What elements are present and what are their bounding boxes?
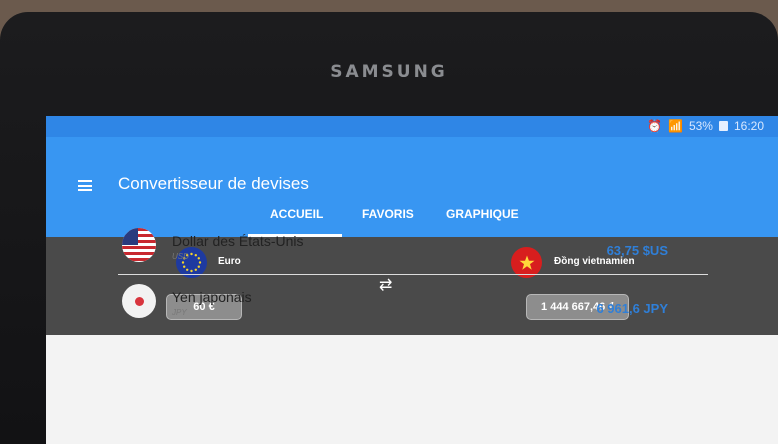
clock: 16:20	[733, 119, 764, 133]
list-item[interactable]: Yen japonais JPY 6 961,6 JPY	[46, 275, 778, 331]
battery-percent: 53%	[688, 119, 713, 133]
device-brand: SAMSUNG	[330, 62, 448, 82]
currency-value: 6 961,6 JPY	[596, 301, 668, 316]
status-icons: ⏰ 📶 53% 16:20	[647, 119, 764, 133]
currency-value: 63,75 $US	[606, 243, 668, 258]
status-bar: ⏰ 📶 53% 16:20	[46, 116, 778, 137]
battery-icon	[718, 121, 728, 131]
japan-flag-icon	[122, 284, 156, 318]
alarm-icon: ⏰	[647, 119, 662, 133]
currency-code: JPY	[172, 308, 187, 317]
currency-code: USD	[172, 252, 189, 261]
app-title: Convertisseur de devises	[118, 174, 309, 193]
us-flag-icon	[122, 228, 156, 262]
currency-list: Dollar des États-Unis USD 63,75 $US Yen …	[46, 219, 778, 331]
list-item[interactable]: Dollar des États-Unis USD 63,75 $US	[46, 219, 778, 275]
currency-name: Dollar des États-Unis	[172, 233, 304, 249]
currency-name: Yen japonais	[172, 289, 252, 305]
wifi-icon: 📶	[667, 119, 683, 133]
hamburger-menu-icon[interactable]	[78, 180, 92, 191]
